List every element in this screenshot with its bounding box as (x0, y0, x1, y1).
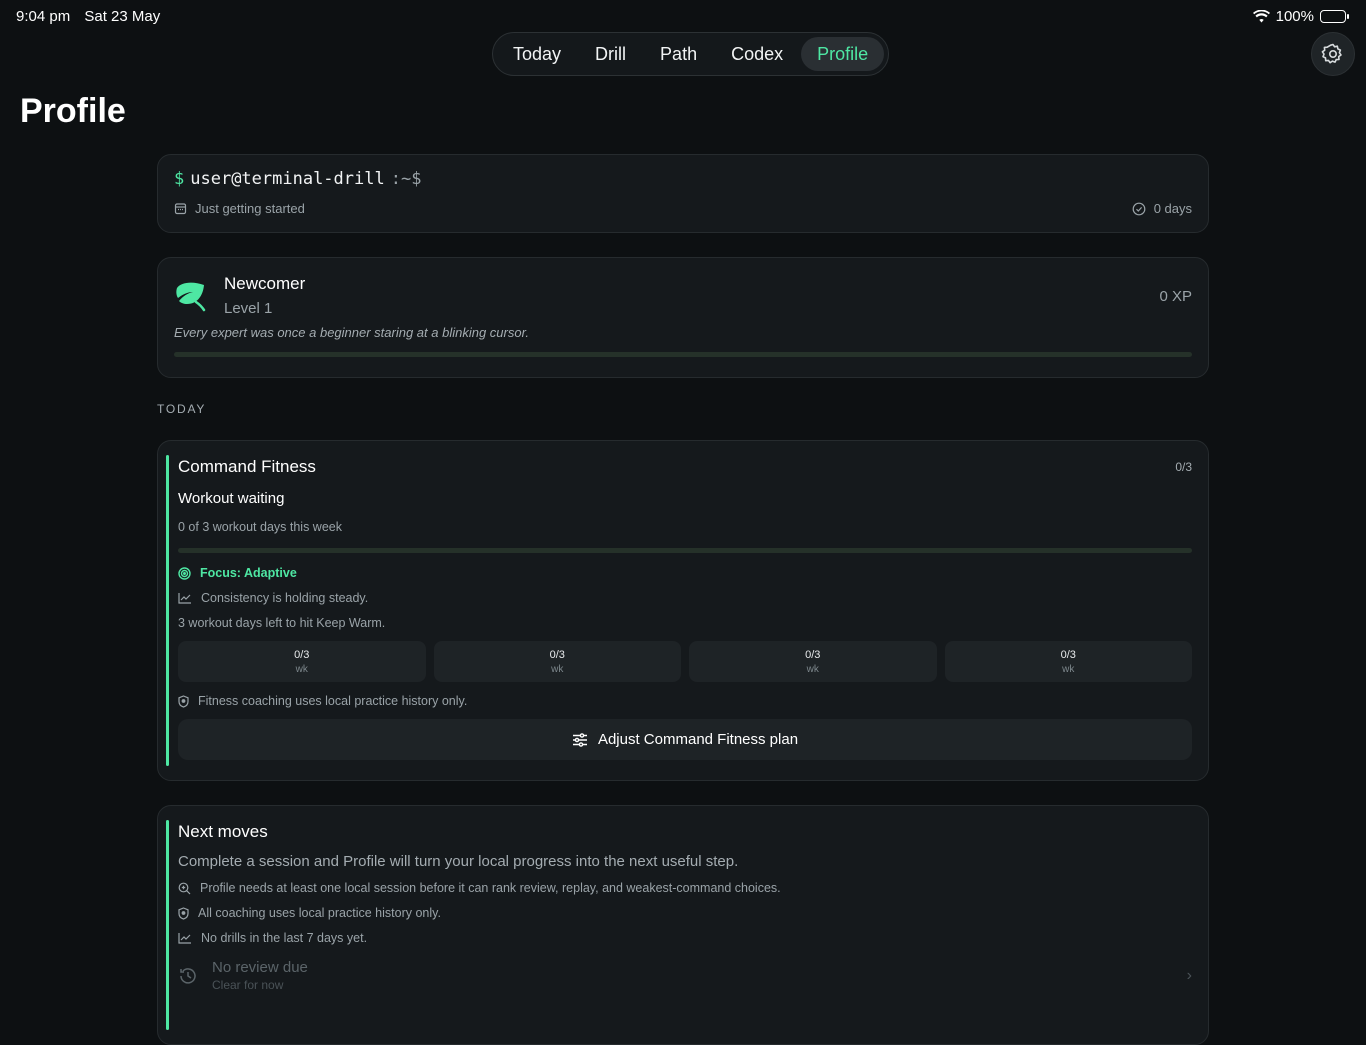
battery-percent: 100% (1275, 7, 1314, 25)
adjust-fitness-plan-button[interactable]: Adjust Command Fitness plan (178, 719, 1192, 760)
calendar-icon (174, 202, 187, 215)
level-quote: Every expert was once a beginner staring… (174, 325, 530, 340)
terminal-card: $ user@terminal-drill:~$ Just getting sta… (157, 154, 1209, 233)
week-value: 0/3 (294, 648, 310, 661)
next-moves-lead: Complete a session and Profile will turn… (178, 853, 739, 870)
week-unit: wk (806, 663, 819, 675)
week-value: 0/3 (549, 648, 565, 661)
prompt-symbol: $ (174, 169, 185, 189)
fitness-focus: Focus: Adaptive (200, 566, 297, 580)
page-title: Profile (20, 92, 126, 130)
wifi-icon (1252, 9, 1270, 23)
shield-icon (178, 906, 189, 920)
week-box: 0/3 wk (433, 641, 681, 682)
xp-value: 0 XP (1159, 288, 1192, 305)
review-title: No review due (212, 959, 308, 976)
next-moves-card: Next moves Complete a session and Profil… (157, 805, 1209, 1045)
fitness-remaining: 3 workout days left to hit Keep Warm. (178, 616, 386, 630)
next-moves-item: All coaching uses local practice history… (198, 906, 441, 920)
fitness-consistency: Consistency is holding steady. (201, 591, 369, 605)
fitness-summary: 0 of 3 workout days this week (178, 520, 342, 534)
gear-icon (1321, 42, 1345, 66)
week-value: 0/3 (805, 648, 821, 661)
tab-codex[interactable]: Codex (715, 37, 799, 71)
streak-days: 0 days (1153, 201, 1192, 216)
week-grid: 0/3 wk 0/3 wk 0/3 wk 0/3 wk (178, 641, 1192, 682)
next-moves-title: Next moves (178, 822, 268, 841)
shield-icon (178, 694, 189, 708)
review-row[interactable]: No review due Clear for now › (178, 959, 1192, 992)
trend-chart-icon (178, 592, 192, 604)
fitness-title: Command Fitness (178, 457, 316, 476)
fitness-count: 0/3 (1175, 460, 1192, 474)
terminal-path: :~$ (390, 169, 422, 189)
week-unit: wk (295, 663, 308, 675)
history-icon (178, 966, 198, 986)
check-circle-icon (1132, 202, 1146, 216)
fitness-privacy: Fitness coaching uses local practice his… (198, 694, 468, 708)
week-value: 0/3 (1060, 648, 1076, 661)
week-box: 0/3 wk (689, 641, 937, 682)
xp-progress-bar (174, 352, 1192, 357)
next-moves-item: Profile needs at least one local session… (200, 881, 781, 895)
chevron-right-icon: › (1186, 966, 1192, 984)
sliders-icon (572, 732, 588, 747)
magnifier-icon (178, 882, 191, 895)
adjust-fitness-plan-label: Adjust Command Fitness plan (597, 731, 799, 748)
tab-bar: Today Drill Path Codex Profile (492, 32, 890, 76)
week-unit: wk (551, 663, 564, 675)
target-icon (178, 566, 191, 580)
terminal-status: Just getting started (195, 201, 305, 216)
command-fitness-card: Command Fitness 0/3 Workout waiting 0 of… (157, 440, 1209, 781)
trend-chart-icon (178, 932, 192, 944)
section-today-label: TODAY (157, 402, 207, 416)
status-time: 9:04 pm (16, 7, 71, 25)
fitness-progress-bar (178, 548, 1192, 553)
terminal-prompt: $ user@terminal-drill:~$ (174, 169, 1192, 189)
leaf-icon (174, 278, 208, 312)
level-card: Newcomer Level 1 0 XP Every expert was o… (157, 257, 1209, 378)
review-subtitle: Clear for now (212, 978, 284, 992)
terminal-user: user@terminal-drill (190, 169, 385, 189)
next-moves-item: No drills in the last 7 days yet. (201, 931, 368, 945)
tab-today[interactable]: Today (497, 37, 577, 71)
level-number: Level 1 (224, 300, 273, 317)
battery-icon (1320, 9, 1349, 23)
status-date: Sat 23 May (84, 7, 161, 25)
week-box: 0/3 wk (178, 641, 426, 682)
fitness-state: Workout waiting (178, 490, 285, 507)
tab-path[interactable]: Path (644, 37, 713, 71)
level-name: Newcomer (224, 274, 306, 293)
settings-button[interactable] (1311, 32, 1355, 76)
tab-profile[interactable]: Profile (801, 37, 885, 71)
status-bar: 9:04 pm Sat 23 May 100% (0, 0, 1366, 32)
week-unit: wk (1062, 663, 1075, 675)
tab-drill[interactable]: Drill (579, 37, 642, 71)
week-box: 0/3 wk (944, 641, 1192, 682)
